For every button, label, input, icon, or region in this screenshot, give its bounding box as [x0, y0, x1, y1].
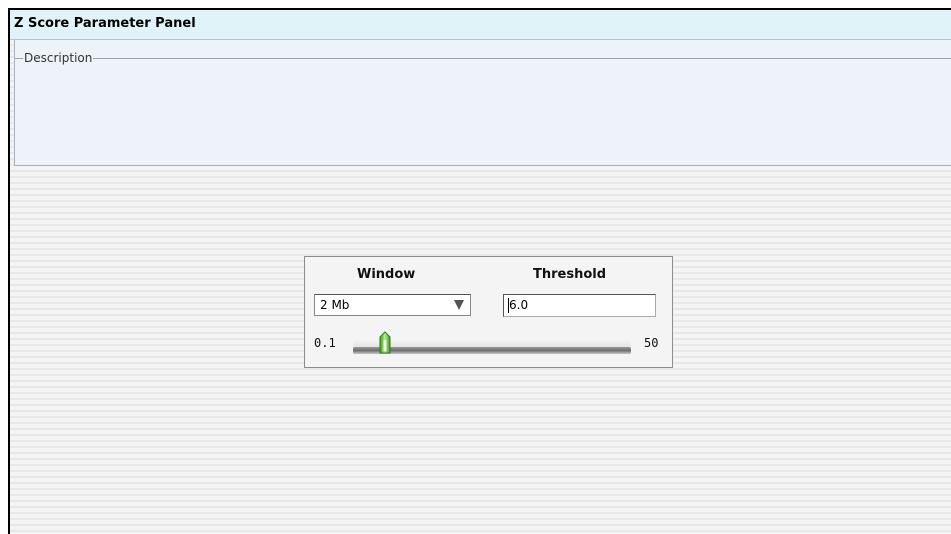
- window-select[interactable]: 2 Mb: [314, 294, 471, 316]
- threshold-input-value: 6.0: [509, 298, 529, 312]
- window-slider-track[interactable]: [353, 347, 631, 354]
- threshold-input[interactable]: 6.0: [503, 294, 656, 317]
- threshold-label: Threshold: [533, 267, 607, 282]
- slider-max-label: 50: [644, 336, 659, 350]
- window-select-value: 2 Mb: [320, 298, 350, 312]
- slider-thumb-icon[interactable]: [378, 331, 392, 355]
- z-score-parameter-window: Z Score Parameter Panel Description Wind…: [8, 8, 951, 534]
- panel-title: Z Score Parameter Panel: [14, 16, 196, 31]
- text-cursor: [508, 298, 509, 313]
- description-group: Description: [14, 40, 951, 166]
- parameter-box: Window Threshold 2 Mb 6.0 0.1 50: [304, 256, 673, 368]
- slider-track-highlight: [353, 340, 631, 347]
- window-label: Window: [357, 267, 416, 282]
- title-bar: Z Score Parameter Panel: [10, 10, 951, 40]
- description-border: [15, 58, 951, 59]
- slider-min-label: 0.1: [314, 336, 336, 350]
- chevron-down-icon[interactable]: [454, 300, 464, 310]
- description-legend: Description: [23, 51, 94, 65]
